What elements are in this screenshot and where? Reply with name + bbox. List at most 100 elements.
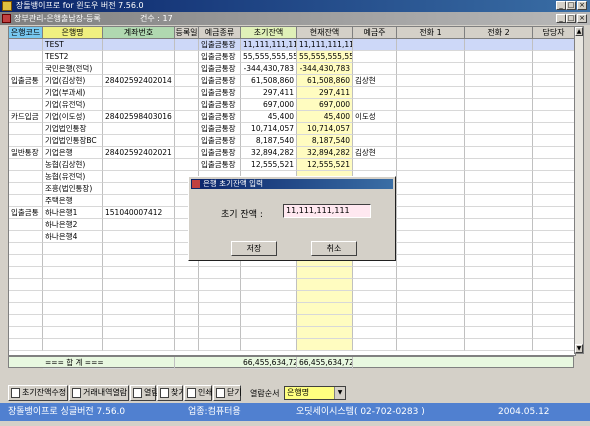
table-cell[interactable]: -344,430,783 (297, 63, 353, 75)
sort-order-select[interactable]: 은행명 ▼ (284, 386, 346, 400)
table-cell[interactable] (199, 291, 241, 303)
table-cell[interactable] (199, 339, 241, 351)
table-cell[interactable]: 기업(김상현) (43, 75, 103, 87)
table-cell[interactable]: 55,555,555,555 (297, 51, 353, 63)
table-cell[interactable] (353, 123, 397, 135)
table-cell[interactable] (43, 279, 103, 291)
table-cell[interactable] (533, 339, 575, 351)
table-cell[interactable] (465, 147, 533, 159)
table-cell[interactable] (175, 291, 199, 303)
table-cell[interactable] (103, 339, 175, 351)
table-cell[interactable] (175, 63, 199, 75)
table-cell[interactable] (353, 87, 397, 99)
table-cell[interactable] (533, 63, 575, 75)
table-cell[interactable]: 45,400 (241, 111, 297, 123)
initial-balance-input[interactable]: 11,111,111,111 (283, 204, 371, 218)
table-cell[interactable]: TEST2 (43, 51, 103, 63)
table-row[interactable] (9, 267, 575, 279)
table-cell[interactable] (353, 63, 397, 75)
table-cell[interactable] (533, 75, 575, 87)
table-cell[interactable] (297, 315, 353, 327)
table-cell[interactable] (465, 303, 533, 315)
table-cell[interactable] (397, 87, 465, 99)
table-cell[interactable] (397, 99, 465, 111)
table-row[interactable]: 농협(김상현) 입출금통장 12,555,521 12,555,521 (9, 159, 575, 171)
table-cell[interactable] (241, 279, 297, 291)
table-cell[interactable]: 입출금통장 (199, 75, 241, 87)
table-cell[interactable]: 151040007412 (103, 207, 175, 219)
table-cell[interactable]: 국민은행(전덕) (43, 63, 103, 75)
table-cell[interactable] (465, 195, 533, 207)
table-cell[interactable] (465, 159, 533, 171)
table-cell[interactable] (533, 99, 575, 111)
print-button[interactable]: 인쇄 (184, 385, 213, 401)
table-cell[interactable] (465, 171, 533, 183)
table-cell[interactable] (465, 315, 533, 327)
table-cell[interactable] (353, 339, 397, 351)
table-cell[interactable] (533, 135, 575, 147)
table-cell[interactable] (533, 51, 575, 63)
table-cell[interactable] (397, 171, 465, 183)
table-row[interactable] (9, 339, 575, 351)
table-cell[interactable] (533, 171, 575, 183)
table-cell[interactable] (465, 111, 533, 123)
table-cell[interactable] (103, 51, 175, 63)
table-cell[interactable]: 입출금통장 (199, 87, 241, 99)
table-cell[interactable] (397, 327, 465, 339)
table-cell[interactable] (533, 315, 575, 327)
table-cell[interactable]: 697,000 (241, 99, 297, 111)
table-cell[interactable] (533, 219, 575, 231)
table-cell[interactable] (43, 243, 103, 255)
table-cell[interactable] (43, 267, 103, 279)
table-cell[interactable] (533, 39, 575, 51)
table-cell[interactable] (103, 255, 175, 267)
table-cell[interactable] (465, 99, 533, 111)
table-cell[interactable] (9, 195, 43, 207)
table-cell[interactable] (465, 87, 533, 99)
table-cell[interactable] (103, 267, 175, 279)
table-cell[interactable] (103, 231, 175, 243)
table-cell[interactable]: 61,508,860 (297, 75, 353, 87)
table-cell[interactable] (103, 195, 175, 207)
table-cell[interactable] (465, 255, 533, 267)
table-cell[interactable] (175, 327, 199, 339)
table-cell[interactable]: 입출금통 (9, 207, 43, 219)
table-cell[interactable]: 입출금통장 (199, 51, 241, 63)
table-cell[interactable] (465, 279, 533, 291)
table-cell[interactable] (533, 267, 575, 279)
table-row[interactable] (9, 291, 575, 303)
table-cell[interactable] (465, 267, 533, 279)
table-row[interactable] (9, 303, 575, 315)
table-cell[interactable] (9, 51, 43, 63)
table-cell[interactable] (103, 63, 175, 75)
table-cell[interactable] (199, 315, 241, 327)
table-cell[interactable] (397, 147, 465, 159)
table-cell[interactable]: 11,111,111,111 (241, 39, 297, 51)
close-form-button[interactable]: 닫기 (213, 385, 242, 401)
table-cell[interactable] (175, 315, 199, 327)
table-cell[interactable] (103, 99, 175, 111)
table-row[interactable]: TEST2 입출금통장 55,555,555,555 55,555,555,555 (9, 51, 575, 63)
table-cell[interactable] (397, 243, 465, 255)
scroll-up-icon[interactable]: ▲ (575, 27, 583, 36)
table-cell[interactable] (9, 315, 43, 327)
table-cell[interactable] (241, 303, 297, 315)
column-header[interactable]: 담당자 (533, 27, 575, 39)
table-cell[interactable] (397, 195, 465, 207)
table-cell[interactable] (241, 291, 297, 303)
table-cell[interactable] (175, 135, 199, 147)
table-cell[interactable] (103, 243, 175, 255)
table-cell[interactable] (103, 171, 175, 183)
mdi-minimize-button[interactable]: _ (556, 14, 566, 23)
table-cell[interactable] (533, 207, 575, 219)
table-cell[interactable] (241, 327, 297, 339)
table-cell[interactable] (9, 87, 43, 99)
table-cell[interactable]: 28402592402021 (103, 147, 175, 159)
table-cell[interactable]: 일반통장 (9, 147, 43, 159)
table-cell[interactable]: 입출금통장 (199, 39, 241, 51)
table-cell[interactable]: 입출금통장 (199, 159, 241, 171)
mdi-maximize-button[interactable]: □ (566, 14, 576, 23)
table-cell[interactable] (103, 327, 175, 339)
table-cell[interactable] (43, 339, 103, 351)
table-cell[interactable]: 32,894,282 (241, 147, 297, 159)
